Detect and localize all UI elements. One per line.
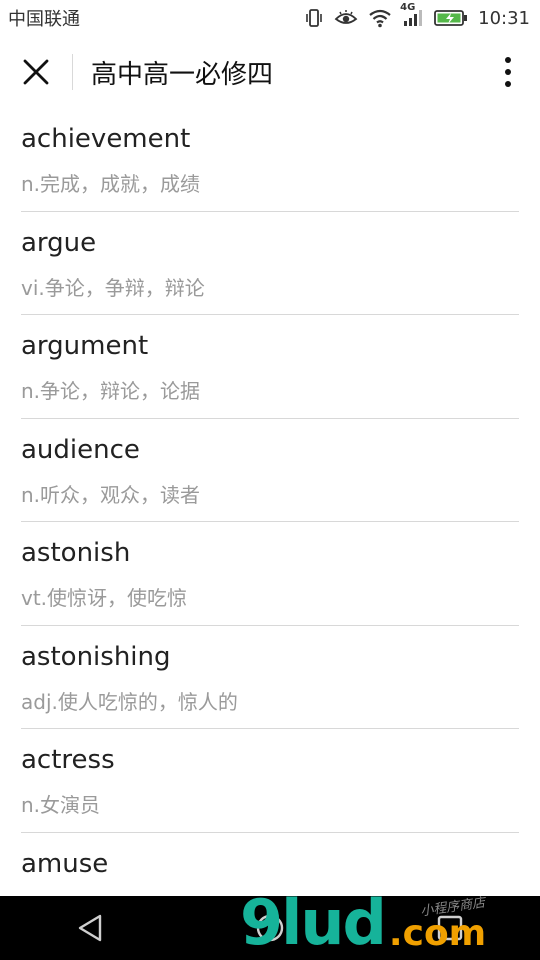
more-button[interactable] — [476, 36, 540, 108]
word-meaning: n.听众，观众，读者 — [21, 482, 201, 507]
list-item[interactable]: astonish vt.使惊讶，使吃惊 — [21, 522, 519, 626]
word-meaning: adj.使人吃惊的，惊人的 — [21, 689, 238, 714]
list-item[interactable]: astonishing adj.使人吃惊的，惊人的 — [21, 626, 519, 729]
status-icons: 4G 10:31 — [304, 2, 530, 29]
recents-button[interactable] — [410, 896, 490, 960]
network-type-label: 4G — [400, 2, 416, 13]
battery-charging-icon — [434, 9, 468, 27]
list-item[interactable]: audience n.听众，观众，读者 — [21, 419, 519, 522]
word-text: audience — [21, 434, 140, 465]
close-button[interactable] — [0, 36, 72, 108]
page-title: 高中高一必修四 — [91, 59, 274, 90]
wifi-icon — [368, 8, 392, 28]
system-nav-bar — [0, 896, 540, 960]
list-item[interactable]: achievement n.完成，成就，成绩 — [21, 108, 519, 212]
home-icon — [256, 914, 284, 942]
close-icon — [23, 59, 49, 85]
word-meaning: vi.争论，争辩，辩论 — [21, 275, 205, 300]
word-meaning: n.争论，辩论，论据 — [21, 379, 201, 403]
clock-label: 10:31 — [478, 7, 530, 29]
word-meaning: n.完成，成就，成绩 — [21, 172, 201, 196]
word-meaning: vt.使惊讶，使吃惊 — [21, 586, 188, 610]
vibrate-icon — [304, 8, 324, 28]
header-divider — [72, 54, 73, 90]
page-header: 高中高一必修四 — [0, 36, 540, 108]
word-meaning: n.女演员 — [21, 793, 101, 817]
word-text: argue — [21, 227, 97, 258]
word-text: astonishing — [21, 641, 171, 672]
list-item[interactable]: actress n.女演员 — [21, 729, 519, 833]
word-text: amuse — [21, 848, 109, 879]
eye-icon — [334, 8, 358, 28]
home-button[interactable] — [230, 896, 310, 960]
more-vertical-icon — [505, 57, 511, 87]
back-icon — [78, 914, 102, 942]
word-text: actress — [21, 745, 115, 775]
status-bar: 中国联通 4G 10:31 — [0, 0, 540, 36]
word-text: argument — [21, 331, 149, 361]
recents-icon — [437, 915, 463, 941]
list-item[interactable]: argue vi.争论，争辩，辩论 — [21, 212, 519, 315]
word-text: achievement — [21, 124, 191, 154]
word-text: astonish — [21, 538, 131, 568]
word-list: achievement n.完成，成就，成绩 argue vi.争论，争辩，辩论… — [21, 108, 519, 936]
signal-icon: 4G — [400, 2, 424, 28]
back-button[interactable] — [50, 896, 130, 960]
carrier-label: 中国联通 — [8, 9, 80, 30]
list-item[interactable]: argument n.争论，辩论，论据 — [21, 315, 519, 419]
